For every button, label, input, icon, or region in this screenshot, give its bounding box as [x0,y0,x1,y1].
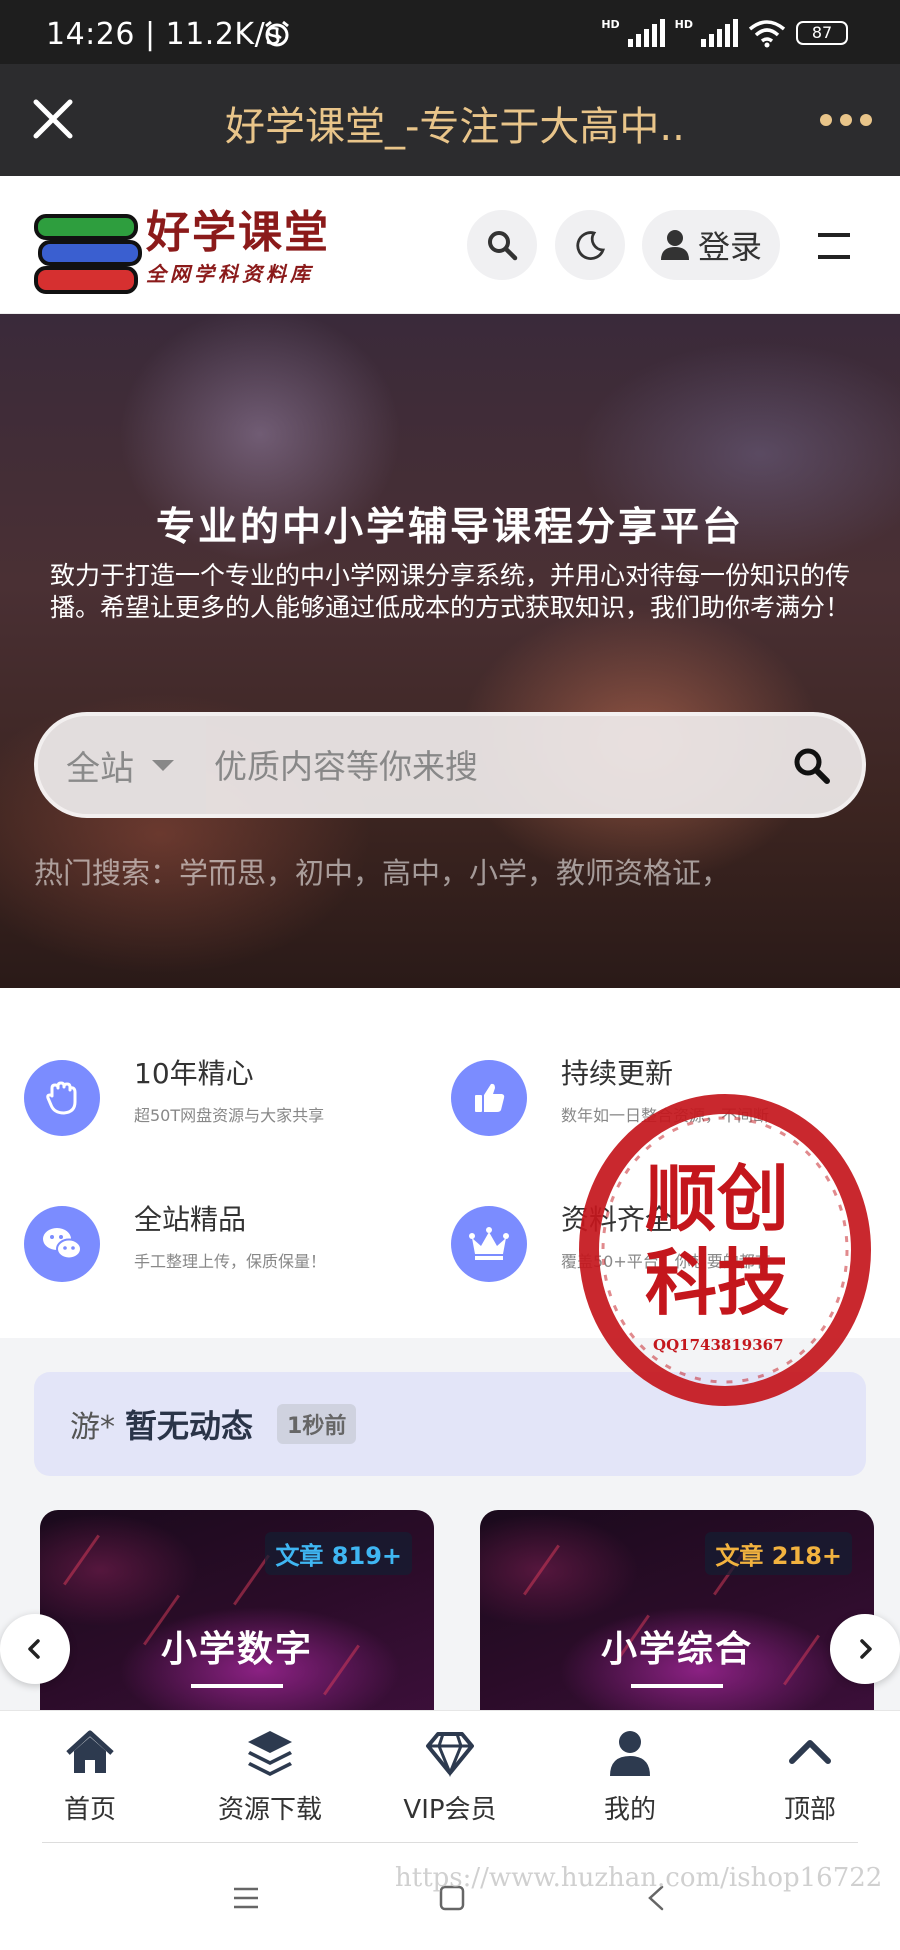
login-button[interactable]: 登录 [642,210,780,280]
article-count-badge: 文章 819+ [265,1532,412,1575]
close-icon[interactable] [28,94,78,144]
feature-title: 10年精心 [134,1057,254,1090]
nav-label: VIP会员 [403,1795,497,1825]
chevron-left-icon [28,1639,40,1659]
hd-label: HD [601,18,620,31]
status-indicators: HD HD 87 [601,18,848,48]
article-count-badge: 文章 218+ [705,1532,852,1575]
search-icon [488,231,518,261]
hd-label-2: HD [674,18,693,31]
status-time: 14:26 | 11.2K/s [46,17,282,52]
nav-profile[interactable]: 我的 [540,1727,720,1826]
system-nav-bar: https://www.huzhan.com/ishop16722 [0,1843,900,1950]
books-logo-icon [34,214,142,294]
hero-banner: 专业的中小学辅导课程分享平台 致力于打造一个专业的中小学网课分享系统，并用心对待… [0,314,900,988]
bottom-nav: 首页 资源下载 VIP会员 我的 顶部 [0,1710,900,1840]
more-icon[interactable] [820,109,872,131]
hot-search[interactable]: 热门搜索：学而思，初中，高中，小学，教师资格证， [34,850,730,892]
search-button[interactable] [467,210,537,280]
menu-icon[interactable] [233,1887,259,1909]
chevron-up-icon [789,1740,831,1764]
user-icon [660,230,689,260]
crown-icon [451,1206,527,1282]
hero-description: 致力于打造一个专业的中小学网课分享系统，并用心对待每一份知识的传播。希望让更多的… [49,561,850,622]
battery-indicator: 87 [796,21,848,45]
feature-item: 10年精心 超50T网盘资源与大家共享 [24,1050,444,1170]
thumbs-up-icon [451,1060,527,1136]
category-card[interactable]: 文章 819+ 小学数字 [40,1510,434,1720]
user-icon [610,1731,650,1776]
menu-icon[interactable] [812,231,856,261]
carousel-prev-button[interactable] [0,1614,70,1684]
signal-icon [627,19,665,47]
activity-time: 1秒前 [277,1404,357,1444]
card-underline [631,1684,723,1688]
category-card[interactable]: 文章 218+ 小学综合 [480,1510,874,1720]
nav-home[interactable]: 首页 [0,1727,180,1826]
dark-mode-toggle[interactable] [555,210,625,280]
search-input[interactable] [214,734,774,798]
logo-subtitle: 全网学科资料库 [146,262,314,286]
hero-title: 专业的中小学辅导课程分享平台 [155,505,744,550]
card-title: 小学综合 [600,1629,753,1670]
signal-icon-2 [701,19,738,47]
diamond-icon [426,1732,474,1777]
feature-title: 持续更新 [561,1057,674,1090]
nav-top[interactable]: 顶部 [720,1727,900,1826]
nav-label: 顶部 [783,1795,836,1825]
wechat-icon [24,1206,100,1282]
feature-desc: 超50T网盘资源与大家共享 [134,1106,325,1125]
moon-icon [576,231,605,260]
nav-label: 首页 [63,1795,116,1825]
site-logo[interactable]: 好学课堂 全网学科资料库 [32,192,328,298]
home-icon [66,1730,114,1773]
carousel-next-button[interactable] [830,1614,900,1684]
nav-downloads[interactable]: 资源下载 [180,1727,360,1826]
stamp-line-2: 科技 [645,1240,790,1325]
browser-titlebar: 好学课堂_-专注于大高中... [0,64,900,176]
watermark-url: https://www.huzhan.com/ishop16722 [395,1863,883,1893]
site-header: 好学课堂 全网学科资料库 登录 [0,176,900,314]
logo-title: 好学课堂 [146,207,330,258]
page-title: 好学课堂_-专注于大高中... [225,104,685,150]
hand-icon [24,1060,100,1136]
activity-text: 暂无动态 [125,1407,254,1445]
feature-item: 全站精品 手工整理上传，保质保量！ [24,1196,444,1316]
search-scope-label: 全站 [66,748,134,789]
activity-user: 游* [70,1410,115,1445]
layers-icon [248,1731,292,1776]
nav-vip[interactable]: VIP会员 [360,1727,540,1826]
feature-title: 全站精品 [134,1203,247,1236]
search-box: 全站 [34,712,866,818]
chevron-right-icon [860,1639,872,1659]
search-submit-icon[interactable] [792,746,832,786]
alarm-icon [265,20,289,47]
caret-down-icon [152,759,174,771]
stamp-qq: QQ1743819367 [653,1336,784,1354]
nav-label: 资源下载 [217,1795,322,1825]
nav-label: 我的 [603,1795,656,1825]
card-title: 小学数字 [160,1629,313,1670]
wifi-icon [748,20,786,48]
search-scope-select[interactable]: 全站 [38,716,206,814]
watermark-stamp: 顺创 科技 QQ1743819367 [575,1092,875,1412]
card-underline [191,1684,283,1688]
status-bar: 14:26 | 11.2K/s HD HD 87 [0,0,900,64]
feature-desc: 手工整理上传，保质保量！ [134,1252,327,1271]
login-label: 登录 [697,228,762,266]
